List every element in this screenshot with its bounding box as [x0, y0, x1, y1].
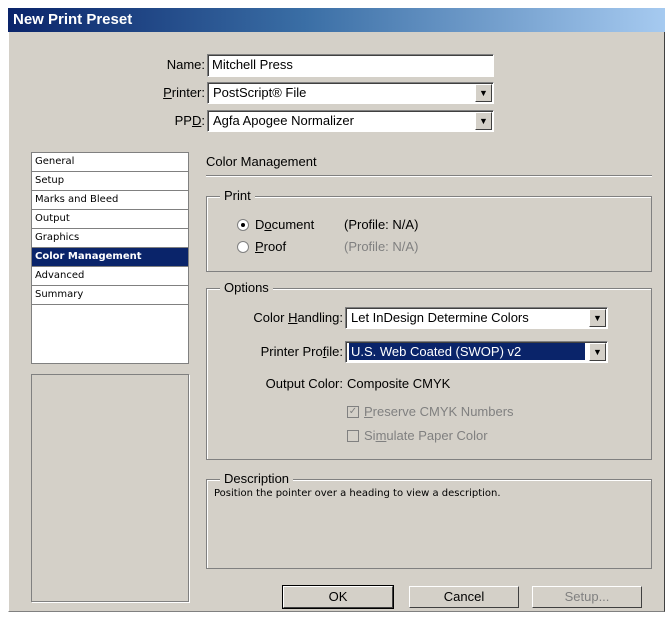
proof-profile-text: (Profile: N/A): [344, 239, 419, 254]
ppd-label: PPD:: [174, 113, 205, 128]
dialog-body: Name: Mitchell Press Printer: PostScript…: [8, 32, 665, 612]
sidebar-item-marks-and-bleed[interactable]: Marks and Bleed: [32, 191, 188, 210]
chevron-down-icon[interactable]: ▼: [475, 84, 492, 102]
window-title: New Print Preset: [13, 11, 133, 28]
cancel-button[interactable]: Cancel: [409, 586, 519, 608]
chevron-down-icon[interactable]: ▼: [475, 112, 492, 130]
preserve-cmyk-checkbox[interactable]: ✓: [347, 406, 359, 418]
sidebar-item-color-management[interactable]: Color Management: [32, 248, 188, 267]
printer-profile-label: Printer Profile:: [260, 344, 343, 359]
print-group: [206, 196, 652, 272]
chevron-down-icon[interactable]: ▼: [589, 343, 606, 361]
name-label: Name:: [166, 57, 205, 72]
document-radio[interactable]: [237, 219, 249, 231]
title-bar[interactable]: New Print Preset: [8, 8, 665, 32]
sidebar-item-summary[interactable]: Summary: [32, 286, 188, 305]
proof-radio[interactable]: [237, 241, 249, 253]
sidebar-item-output[interactable]: Output: [32, 210, 188, 229]
printer-dropdown-value: PostScript® File: [213, 85, 307, 100]
printer-profile-value: U.S. Web Coated (SWOP) v2: [349, 343, 585, 360]
simulate-paper-label[interactable]: Simulate Paper Color: [364, 428, 488, 443]
panel-title-divider: [206, 175, 652, 177]
preserve-cmyk-label[interactable]: Preserve CMYK Numbers: [364, 404, 514, 419]
ppd-dropdown[interactable]: Agfa Apogee Normalizer ▼: [207, 110, 494, 132]
color-handling-value: Let InDesign Determine Colors: [351, 310, 529, 325]
sidebar-item-general[interactable]: General: [32, 153, 188, 172]
document-radio-label[interactable]: Document: [255, 217, 314, 232]
proof-radio-label[interactable]: Proof: [255, 239, 286, 254]
output-color-label: Output Color:: [265, 376, 343, 391]
ppd-dropdown-value: Agfa Apogee Normalizer: [213, 113, 354, 128]
print-group-title: Print: [220, 188, 255, 203]
simulate-paper-checkbox[interactable]: [347, 430, 359, 442]
sidebar-item-graphics[interactable]: Graphics: [32, 229, 188, 248]
description-group-title: Description: [220, 471, 294, 486]
chevron-down-icon[interactable]: ▼: [589, 309, 606, 327]
name-field[interactable]: Mitchell Press: [207, 54, 494, 77]
printer-profile-dropdown[interactable]: U.S. Web Coated (SWOP) v2 ▼: [345, 341, 608, 363]
printer-label: Printer:: [163, 85, 205, 100]
sidebar-item-setup[interactable]: Setup: [32, 172, 188, 191]
color-handling-dropdown[interactable]: Let InDesign Determine Colors ▼: [345, 307, 608, 329]
preview-panel: [31, 374, 189, 602]
panel-title: Color Management: [206, 154, 317, 169]
document-profile-text: (Profile: N/A): [344, 217, 419, 232]
color-handling-label: Color Handling:: [253, 310, 343, 325]
output-color-value: Composite CMYK: [347, 376, 451, 391]
sidebar-item-advanced[interactable]: Advanced: [32, 267, 188, 286]
ok-button[interactable]: OK: [282, 585, 394, 609]
category-list[interactable]: General Setup Marks and Bleed Output Gra…: [31, 152, 189, 364]
description-text: Position the pointer over a heading to v…: [214, 488, 501, 499]
printer-dropdown[interactable]: PostScript® File ▼: [207, 82, 494, 104]
setup-button[interactable]: Setup...: [532, 586, 642, 608]
options-group-title: Options: [220, 280, 273, 295]
